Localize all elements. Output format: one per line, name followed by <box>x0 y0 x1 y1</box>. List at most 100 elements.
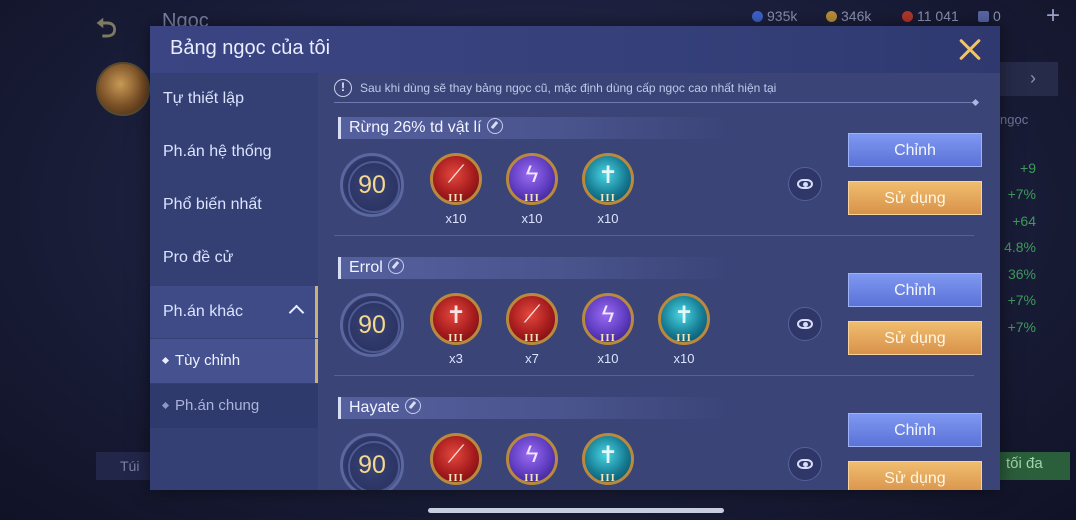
emblem-tier: III <box>448 332 464 344</box>
emblem-red[interactable]: ⟋ III <box>506 293 558 345</box>
level-value: 90 <box>358 311 386 339</box>
pencil-icon[interactable] <box>404 398 421 414</box>
emblem-tier: III <box>600 472 616 484</box>
emblem-tier: III <box>676 332 692 344</box>
background-label: ngọc <box>1000 112 1029 127</box>
stat-value: 4.8% <box>1004 239 1036 255</box>
emblem-teal[interactable]: ✝ III <box>582 153 634 205</box>
emblem-count: x7 <box>525 351 539 366</box>
close-icon[interactable] <box>954 34 986 66</box>
set-name: Errol <box>349 259 383 276</box>
max-button[interactable]: tối đa <box>1000 452 1070 480</box>
emblem-count: x10 <box>445 211 467 226</box>
gold-coin-icon <box>826 11 837 22</box>
emblem-count: x3 <box>449 351 463 366</box>
emblem-red[interactable]: ⟋ III <box>430 153 482 205</box>
notice-bar: ! Sau khi dùng sẽ thay bảng ngọc cũ, mặc… <box>334 79 976 105</box>
red-gem-icon <box>902 11 913 22</box>
sidebar-item-system-plans[interactable]: Ph.án hệ thống <box>150 126 318 178</box>
emblem-red[interactable]: ⟋ III <box>430 433 482 485</box>
blue-gem-icon <box>752 11 763 22</box>
divider <box>334 375 974 376</box>
stat-value: 36% <box>1007 266 1036 282</box>
stat-value: +9 <box>1020 160 1036 176</box>
emblem-tier: III <box>448 472 464 484</box>
sidebar-item-custom-setup[interactable]: Tự thiết lập <box>150 73 318 125</box>
emblem-red[interactable]: ✝ III <box>430 293 482 345</box>
use-button[interactable]: Sử dụng <box>848 321 982 355</box>
emblem-purple[interactable]: ϟ III <box>506 433 558 485</box>
chevron-right-icon: › <box>1030 68 1036 88</box>
sidebar-item-most-popular[interactable]: Phổ biến nhất <box>150 179 318 231</box>
chevron-up-icon <box>288 304 305 321</box>
emblem-set-card: Errol 90 ✝ III x3 ⟋ III x7 ϟ III x10 ✝ III x… <box>334 257 984 397</box>
sidebar-subitem-general[interactable]: Ph.án chung <box>150 384 318 428</box>
sword-icon: ✝ <box>597 162 619 189</box>
pencil-icon[interactable] <box>486 118 503 134</box>
pencil-icon[interactable] <box>387 258 404 274</box>
emblem-purple[interactable]: ϟ III <box>582 293 634 345</box>
set-name-bar: Hayate <box>338 397 730 419</box>
stat-value: +64 <box>1012 213 1036 229</box>
use-button[interactable]: Sử dụng <box>848 181 982 215</box>
eye-icon[interactable] <box>788 447 822 481</box>
sidebar-subitem-label: Ph.án chung <box>175 397 260 414</box>
set-name: Hayate <box>349 399 400 416</box>
dagger-icon: ⟋ <box>523 301 541 328</box>
ticket-icon <box>978 11 989 22</box>
avatar <box>96 62 150 116</box>
level-value: 90 <box>358 171 386 199</box>
emblem-tier: III <box>524 192 540 204</box>
emblem-tier: III <box>600 332 616 344</box>
sidebar-subitem-label: Tùy chỉnh <box>175 352 241 369</box>
level-value: 90 <box>358 451 386 479</box>
set-name: Rừng 26% td vật lí <box>349 119 482 136</box>
sidebar-item-pro-recommended[interactable]: Pro đề cử <box>150 232 318 284</box>
emblem-set-card: Rừng 26% td vật lí 90 ⟋ III x10 ϟ III x10 … <box>334 117 984 257</box>
use-button[interactable]: Sử dụng <box>848 461 982 490</box>
divider <box>334 102 976 103</box>
blue-currency: 935k <box>752 8 797 24</box>
modal-title: Bảng ngọc của tôi <box>170 37 331 59</box>
emblem-set-list[interactable]: ! Sau khi dùng sẽ thay bảng ngọc cũ, mặc… <box>318 73 1000 490</box>
bullet-icon <box>161 356 170 365</box>
edit-button[interactable]: Chỉnh <box>848 273 982 307</box>
edit-button[interactable]: Chỉnh <box>848 413 982 447</box>
emblem-count: x10 <box>521 211 543 226</box>
sidebar-subitem-custom[interactable]: Tùy chỉnh <box>150 339 318 383</box>
sword-icon: ✝ <box>673 302 695 329</box>
sword-icon: ✝ <box>597 442 619 469</box>
stat-value: +7% <box>1007 292 1036 308</box>
set-name-bar: Errol <box>338 257 730 279</box>
gold-currency: 346k <box>826 8 871 24</box>
stat-value: +7% <box>1007 319 1036 335</box>
emblem-sets-modal: Bảng ngọc của tôi Tự thiết lập Ph.án hệ … <box>150 26 1000 490</box>
sidebar-item-other-plans[interactable]: Ph.án khác <box>150 286 318 338</box>
eye-icon[interactable] <box>788 167 822 201</box>
info-icon: ! <box>334 79 352 97</box>
set-name-bar: Rừng 26% td vật lí <box>338 117 730 139</box>
back-arrow-icon[interactable]: ⮌ <box>96 10 142 43</box>
lightning-icon: ϟ <box>525 441 539 468</box>
emblem-count: x10 <box>673 351 695 366</box>
stat-value: +7% <box>1007 186 1036 202</box>
eye-icon[interactable] <box>788 307 822 341</box>
add-currency-icon[interactable]: + <box>1046 2 1060 30</box>
edit-button[interactable]: Chỉnh <box>848 133 982 167</box>
emblem-set-card: Hayate 90 ⟋ III ϟ III ✝ III Chỉnh Sử dụng <box>334 397 984 490</box>
level-badge: 90 <box>340 293 404 357</box>
bag-button[interactable]: Túi <box>96 452 150 480</box>
emblem-tier: III <box>524 472 540 484</box>
emblem-purple[interactable]: ϟ III <box>506 153 558 205</box>
level-badge: 90 <box>340 433 404 490</box>
home-indicator[interactable] <box>428 508 724 513</box>
emblem-teal[interactable]: ✝ III <box>582 433 634 485</box>
emblem-teal[interactable]: ✝ III <box>658 293 710 345</box>
bullet-icon <box>161 401 170 410</box>
lightning-icon: ϟ <box>525 161 539 188</box>
level-badge: 90 <box>340 153 404 217</box>
background-selector <box>1000 62 1058 96</box>
notice-text: Sau khi dùng sẽ thay bảng ngọc cũ, mặc đ… <box>360 81 777 95</box>
red-currency: 11 041 <box>902 8 959 24</box>
emblem-tier: III <box>524 332 540 344</box>
